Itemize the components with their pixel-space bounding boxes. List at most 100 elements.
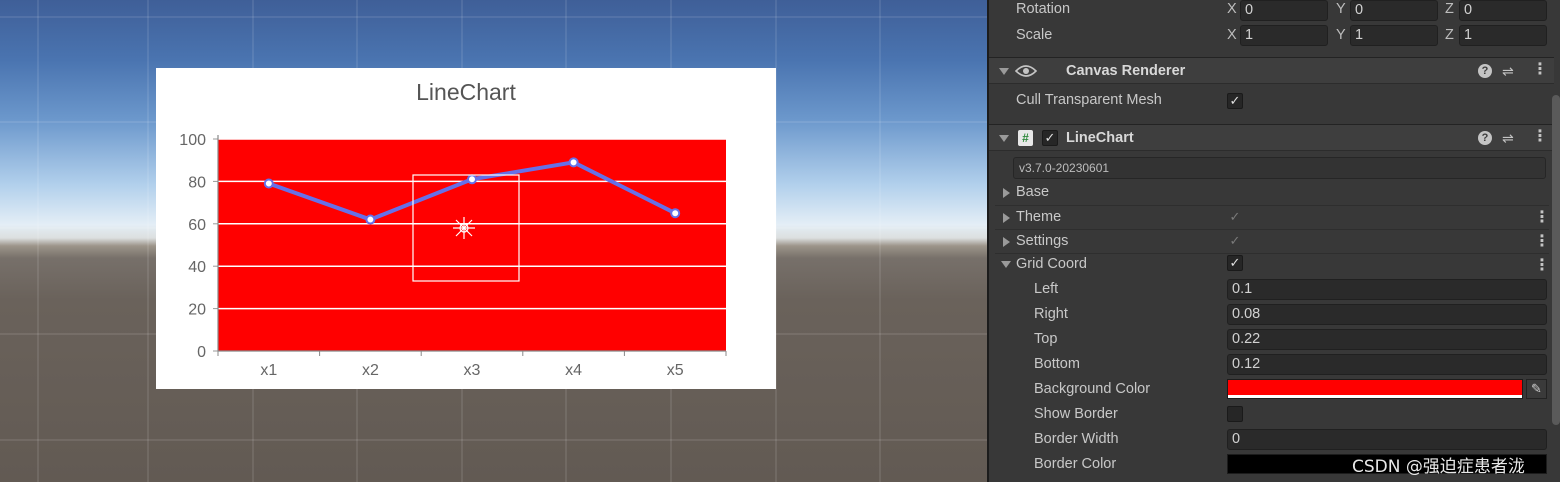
base-expand-icon[interactable] [1003, 188, 1010, 198]
section-base-label: Base [1016, 184, 1050, 200]
border-width-row: Border Width 0 [989, 428, 1554, 452]
section-settings[interactable]: Settings ✓ ⋮ [989, 230, 1554, 254]
settings-checkbox[interactable]: ✓ [1227, 233, 1243, 249]
scale-x-field[interactable]: 1 [1240, 25, 1328, 46]
more-menu-icon[interactable]: ⋮ [1532, 128, 1548, 146]
grid-background [218, 139, 726, 351]
linechart-header[interactable]: # ✓ LineChart ? ⇌ ⋮ [989, 124, 1554, 151]
scale-y-field[interactable]: 1 [1350, 25, 1438, 46]
chart-panel[interactable]: LineChart 0 20 40 60 80 100 x1 x2 x3 x4 x5 [156, 68, 776, 389]
grid-top-label: Top [1034, 331, 1058, 347]
bg-color-swatch[interactable] [1227, 379, 1523, 399]
watermark: CSDN @强迫症患者泷 [1352, 457, 1525, 477]
canvas-renderer-header[interactable]: Canvas Renderer ? ⇌ ⋮ [989, 57, 1554, 84]
scale-x-label: X [1227, 27, 1237, 43]
scale-y-label: Y [1336, 27, 1346, 43]
grid-right-label: Right [1034, 306, 1068, 322]
help-icon[interactable]: ? [1478, 64, 1492, 78]
chart-title: LineChart [416, 79, 516, 105]
settings-menu-icon[interactable]: ⋮ [1534, 233, 1550, 251]
grid-coord-menu-icon[interactable]: ⋮ [1534, 257, 1550, 275]
y-tick-label: 20 [188, 302, 206, 319]
show-border-checkbox[interactable] [1227, 406, 1243, 422]
canvas-renderer-fold-icon[interactable] [999, 68, 1009, 75]
show-border-row: Show Border [989, 403, 1554, 427]
grid-top-row: Top 0.22 [989, 328, 1554, 352]
y-tick-label: 40 [188, 259, 206, 276]
inspector-scrollbar[interactable] [1552, 95, 1560, 425]
scale-row: Scale X 1 Y 1 Z 1 [989, 24, 1554, 48]
gizmo-stroke [453, 217, 475, 239]
grid-bottom-label: Bottom [1034, 356, 1080, 372]
grid-coord-checkbox[interactable]: ✓ [1227, 255, 1243, 271]
theme-checkbox[interactable]: ✓ [1227, 209, 1243, 225]
grid-coord-fold-icon[interactable] [1001, 261, 1011, 268]
cull-row: Cull Transparent Mesh ✓ [989, 89, 1554, 113]
data-point [467, 174, 477, 185]
cull-checkbox[interactable]: ✓ [1227, 93, 1243, 109]
rotation-z-label: Z [1445, 1, 1454, 17]
section-settings-label: Settings [1016, 233, 1069, 249]
section-base[interactable]: Base [989, 181, 1554, 205]
canvas-renderer-title: Canvas Renderer [1066, 63, 1186, 79]
scale-label: Scale [1016, 27, 1053, 43]
y-tick-label: 80 [188, 174, 206, 191]
grid-bg-color-label: Background Color [1034, 381, 1151, 397]
rotation-z-field[interactable]: 0 [1459, 0, 1547, 21]
presets-icon[interactable]: ⇌ [1502, 129, 1514, 147]
linechart-fold-icon[interactable] [999, 135, 1009, 142]
scene-view[interactable]: LineChart 0 20 40 60 80 100 x1 x2 x3 x4 x5 [0, 0, 987, 482]
data-point [670, 208, 681, 219]
grid-right-row: Right 0.08 [989, 303, 1554, 327]
data-point [568, 157, 579, 168]
cull-label: Cull Transparent Mesh [1016, 92, 1162, 108]
border-color-label: Border Color [1034, 456, 1117, 472]
grid-top-field[interactable]: 0.22 [1227, 329, 1547, 350]
grid-right-field[interactable]: 0.08 [1227, 304, 1547, 325]
x-tick-label: x1 [260, 362, 277, 379]
scale-z-field[interactable]: 1 [1459, 25, 1547, 46]
rotation-label: Rotation [1016, 1, 1071, 17]
y-tick-label: 0 [197, 344, 206, 361]
data-point [263, 178, 274, 189]
move-gizmo-icon [453, 217, 475, 239]
eyedropper-icon[interactable]: ✎ [1526, 379, 1547, 399]
data-point [365, 214, 376, 225]
scale-z-label: Z [1445, 27, 1454, 43]
grid-left-field[interactable]: 0.1 [1227, 279, 1547, 300]
linechart-title: LineChart [1066, 130, 1134, 146]
more-menu-icon[interactable]: ⋮ [1532, 61, 1548, 79]
rotation-x-label: X [1227, 1, 1237, 17]
alpha-bar [1228, 395, 1522, 398]
show-border-label: Show Border [1034, 406, 1118, 422]
grid-left-row: Left 0.1 [989, 278, 1554, 302]
theme-expand-icon[interactable] [1003, 213, 1010, 223]
eye-icon [1015, 65, 1037, 77]
settings-expand-icon[interactable] [1003, 237, 1010, 247]
rotation-y-label: Y [1336, 1, 1346, 17]
grid-left-label: Left [1034, 281, 1059, 297]
y-tick-label: 100 [179, 132, 206, 149]
rotation-row: Rotation X 0 Y 0 Z 0 [989, 0, 1554, 24]
border-width-field[interactable]: 0 [1227, 429, 1547, 450]
section-theme-label: Theme [1016, 209, 1062, 225]
inspector-panel: Rotation X 0 Y 0 Z 0 Scale X 1 Y 1 Z 1 C… [987, 0, 1560, 482]
linechart-enabled-checkbox[interactable]: ✓ [1042, 130, 1058, 146]
grid-bottom-field[interactable]: 0.12 [1227, 354, 1547, 375]
presets-icon[interactable]: ⇌ [1502, 62, 1514, 80]
grid-bottom-row: Bottom 0.12 [989, 353, 1554, 377]
rotation-y-field[interactable]: 0 [1350, 0, 1438, 21]
y-tick-label: 60 [188, 217, 206, 234]
rotation-x-field[interactable]: 0 [1240, 0, 1328, 21]
x-tick-label: x5 [667, 362, 684, 379]
script-icon: # [1018, 130, 1033, 146]
section-theme[interactable]: Theme ✓ ⋮ [989, 206, 1554, 230]
section-grid-coord[interactable]: Grid Coord ✓ ⋮ [989, 253, 1554, 277]
theme-menu-icon[interactable]: ⋮ [1534, 209, 1550, 227]
x-tick-label: x3 [464, 362, 481, 379]
x-tick-label: x4 [565, 362, 582, 379]
help-icon[interactable]: ? [1478, 131, 1492, 145]
line-chart: LineChart 0 20 40 60 80 100 x1 x2 x3 x4 x5 [179, 79, 727, 379]
version-label: v3.7.0-20230601 [1013, 157, 1546, 179]
grid-bg-color-row: Background Color ✎ [989, 378, 1554, 402]
